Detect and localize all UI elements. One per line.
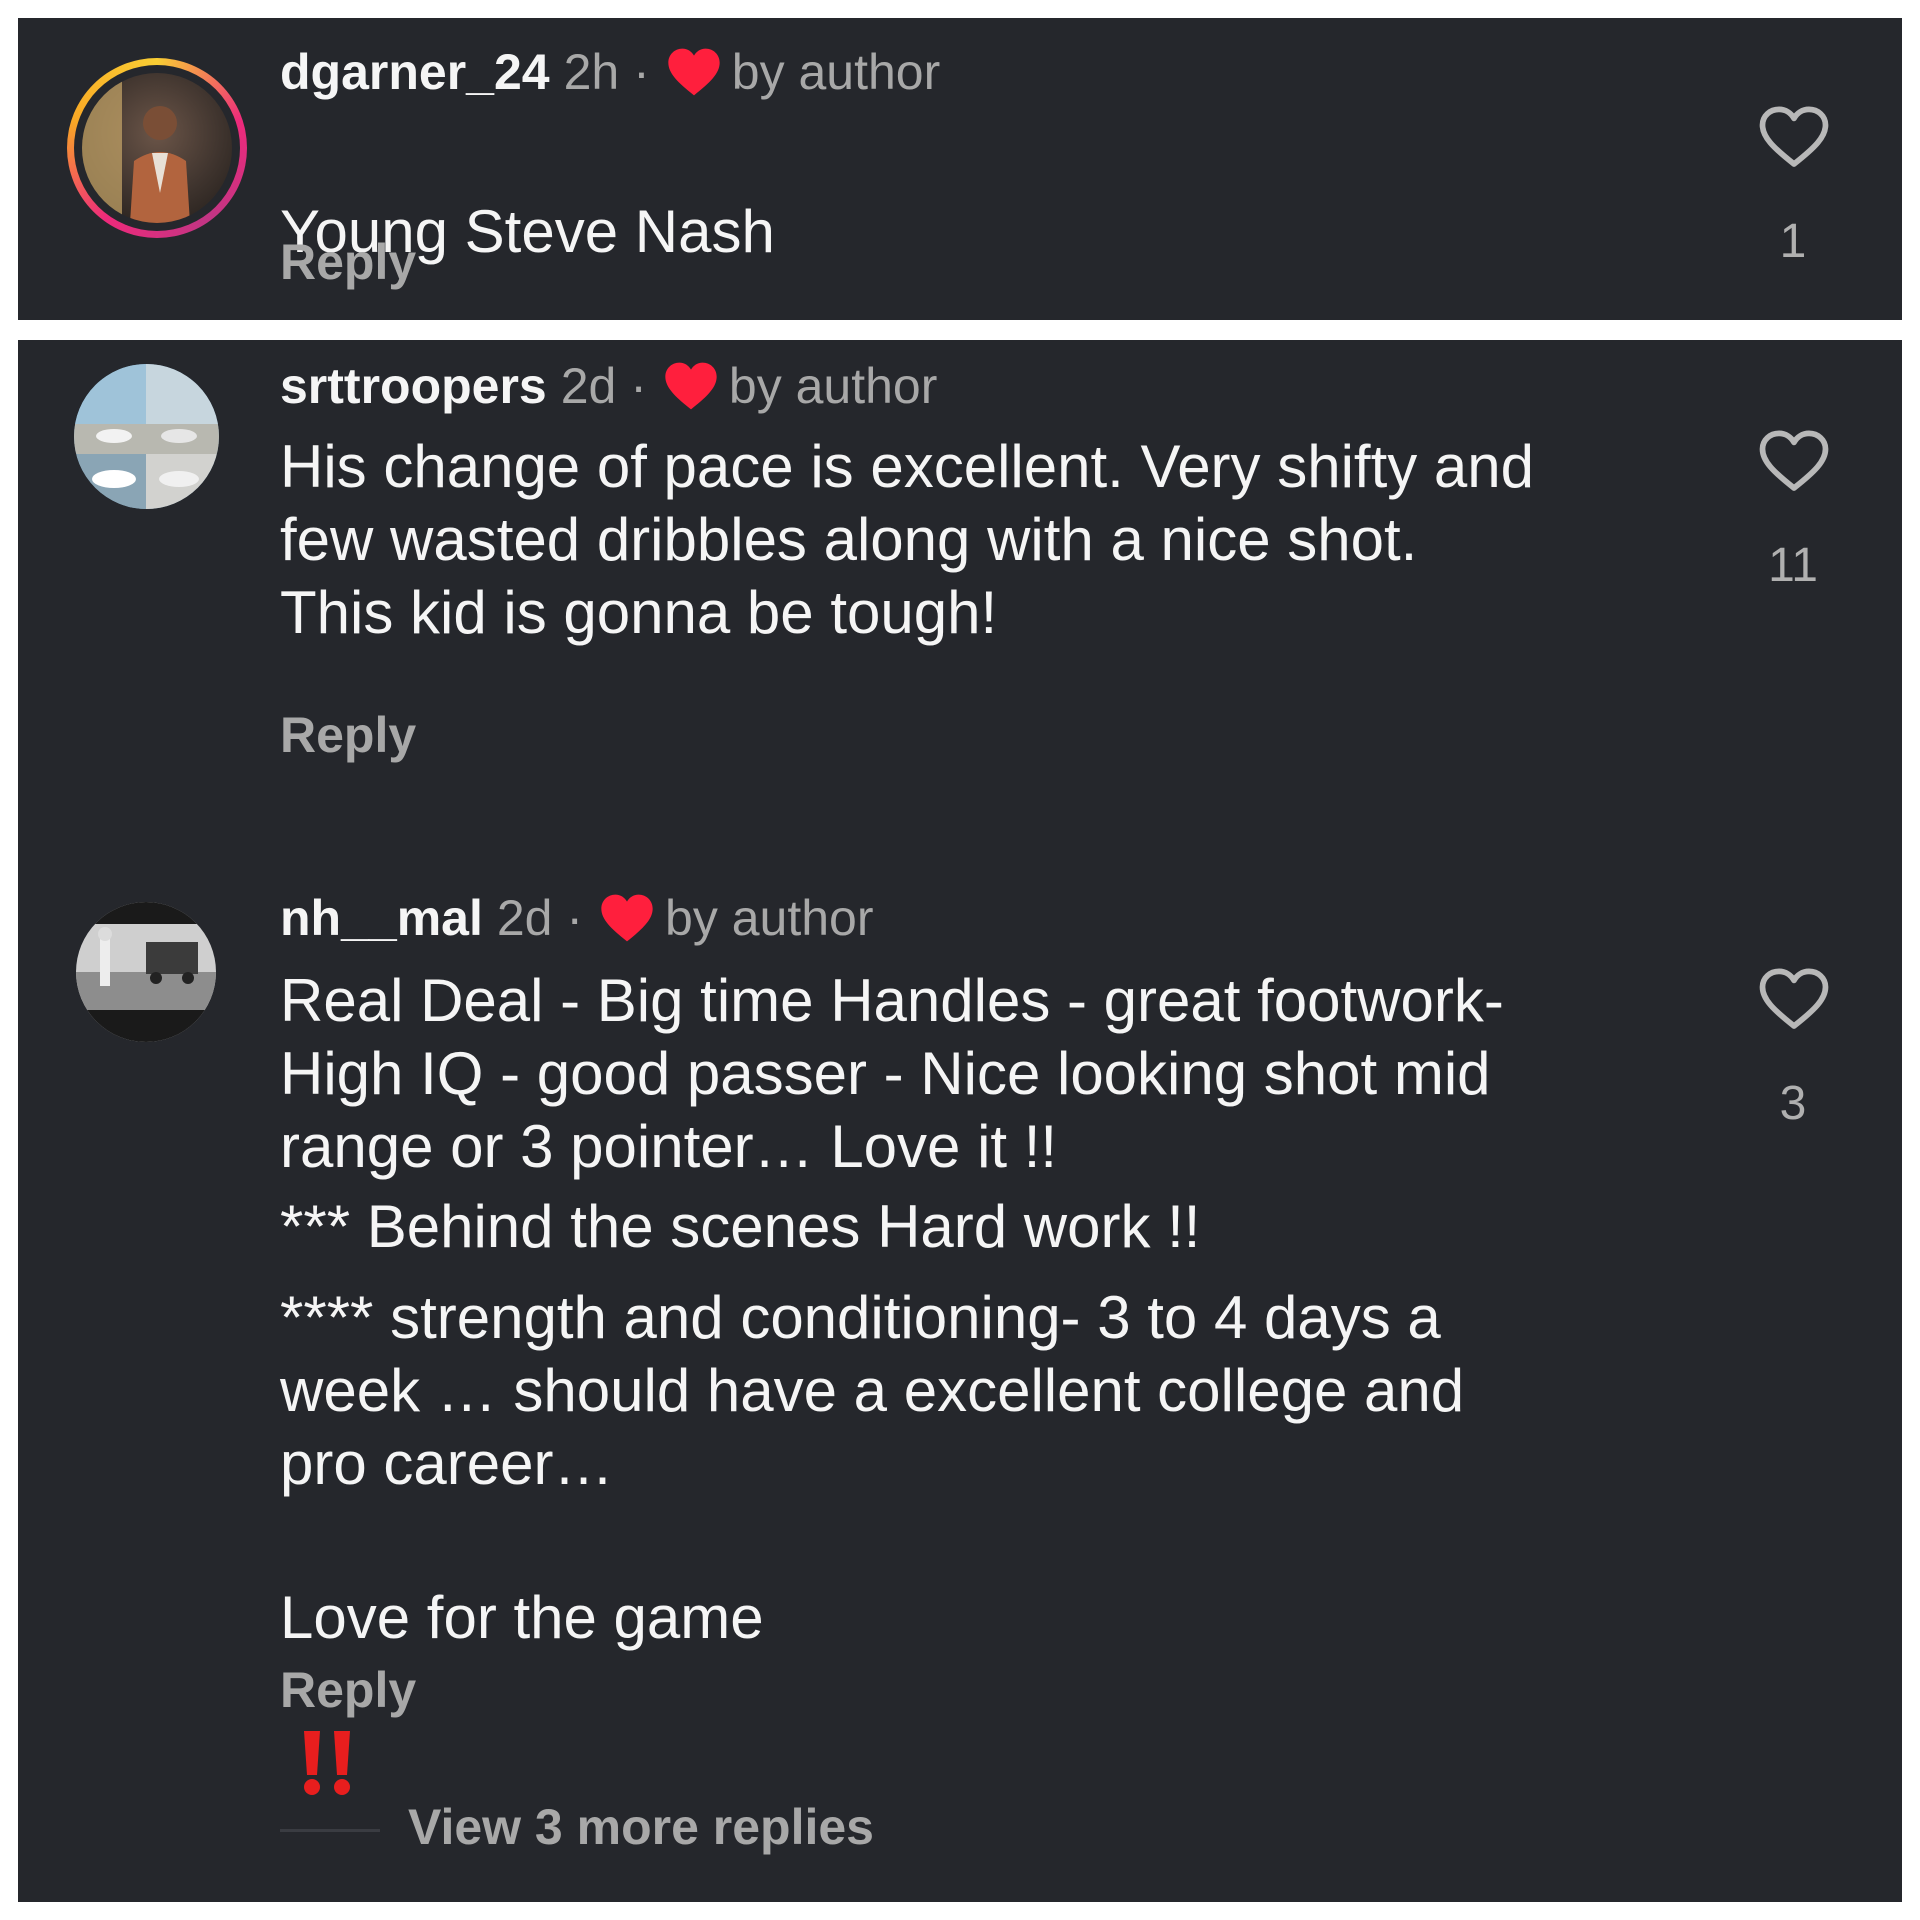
comments-list: srttroopers 2d · by author His change of… — [18, 340, 1902, 1902]
comment-header: nh__mal 2d · by author — [280, 888, 874, 948]
comment-text-paragraph-4: Love for the game — [280, 1508, 1680, 1813]
timestamp: 2h · — [563, 44, 650, 100]
avatar-story-ring[interactable] — [67, 58, 247, 238]
comment-body: Love for the game — [280, 1584, 764, 1651]
comment-card-dgarner: dgarner_24 2h · by author Young Steve Na… — [18, 18, 1902, 593]
view-more-replies-button[interactable]: View 3 more replies — [408, 1798, 874, 1856]
like-count: 1 — [1779, 215, 1807, 268]
comment-text: His change of pace is excellent. Very sh… — [280, 433, 1535, 646]
by-author-label: by author — [665, 890, 874, 946]
liked-by-author-heart-icon — [666, 46, 722, 98]
like-count: 11 — [1768, 539, 1818, 592]
reply-button[interactable]: Reply — [280, 233, 416, 291]
avatar[interactable] — [76, 902, 216, 1042]
by-author-label: by author — [731, 44, 941, 100]
reply-button[interactable]: Reply — [280, 1661, 416, 1719]
timestamp: 2d · — [496, 890, 584, 946]
comment-header: dgarner_24 2h · by author — [280, 42, 940, 102]
avatar — [82, 73, 232, 223]
liked-by-author-heart-icon — [599, 892, 655, 944]
username[interactable]: nh__mal — [280, 889, 483, 947]
timestamp: 2d · — [560, 358, 647, 414]
like-count: 3 — [1779, 1077, 1807, 1130]
comment-header: srttroopers 2d · by author — [280, 356, 937, 416]
comment-text-paragraph-2: *** Behind the scenes Hard work !! — [280, 1193, 1201, 1260]
like-heart-icon[interactable] — [1758, 428, 1830, 494]
username[interactable]: dgarner_24 — [280, 43, 550, 101]
avatar[interactable] — [74, 364, 219, 509]
reply-button[interactable]: Reply — [280, 706, 416, 764]
like-heart-icon[interactable] — [1758, 104, 1830, 170]
comment-text-paragraph-3: **** strength and conditioning- 3 to 4 d… — [280, 1284, 1465, 1497]
like-heart-icon[interactable] — [1758, 966, 1830, 1032]
by-author-label: by author — [728, 358, 938, 414]
username[interactable]: srttroopers — [280, 357, 547, 415]
view-replies-divider — [280, 1829, 380, 1832]
liked-by-author-heart-icon — [663, 360, 719, 412]
comment-text-paragraph-1: Real Deal - Big time Handles - great foo… — [280, 967, 1504, 1180]
